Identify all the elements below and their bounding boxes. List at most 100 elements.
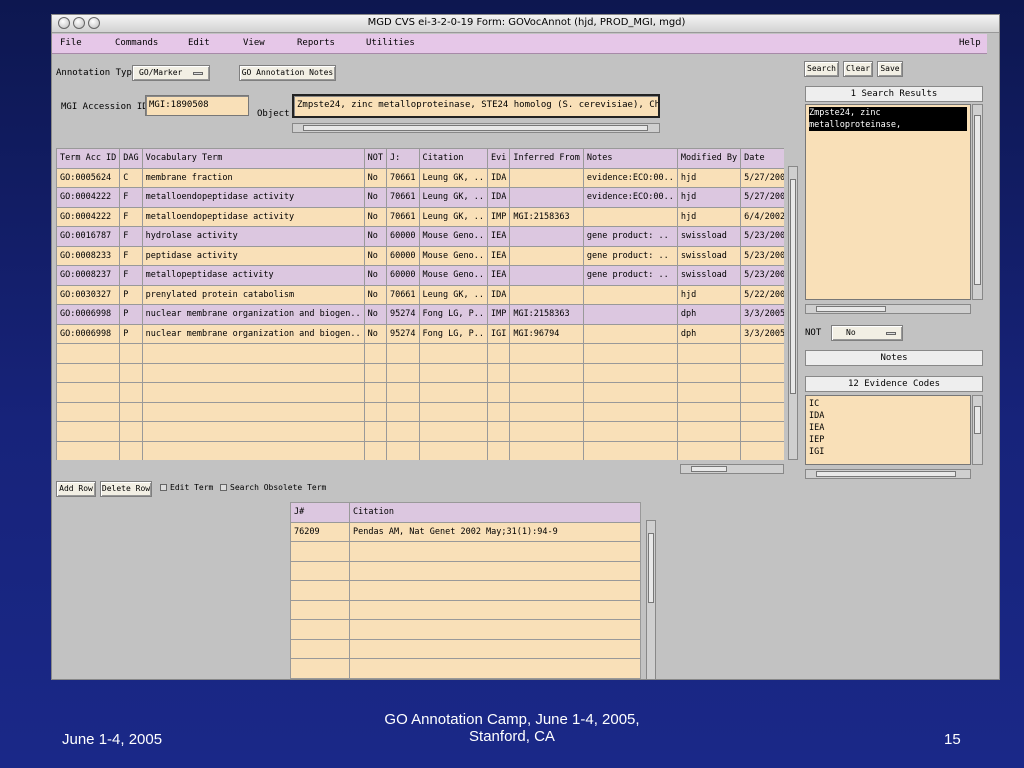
table-cell[interactable]: Mouse Geno.. (418, 265, 488, 286)
table-cell[interactable] (363, 440, 387, 460)
table-cell[interactable] (119, 421, 143, 442)
table-cell[interactable] (418, 382, 488, 403)
table-cell[interactable] (740, 401, 784, 422)
table-cell[interactable]: dph (676, 304, 742, 325)
table-cell[interactable] (486, 421, 511, 442)
table-cell[interactable]: metalloendopeptidase activity (141, 187, 365, 208)
table-cell[interactable] (740, 362, 784, 383)
not-dropdown[interactable]: No (831, 325, 903, 341)
table-cell[interactable] (56, 362, 121, 383)
table-cell[interactable]: nuclear membrane organization and biogen… (141, 304, 365, 325)
table-row[interactable]: GO:0004222 Fmetalloendopeptidase activity… (56, 187, 784, 208)
table-cell[interactable] (141, 440, 365, 460)
table-cell[interactable]: GO:0008233 (56, 245, 121, 266)
add-row-button[interactable]: Add Row (56, 481, 96, 497)
table-row[interactable]: GO:0005624 Cmembrane fraction No 70661 Leung… (56, 167, 784, 188)
table-row[interactable] (56, 440, 784, 460)
table-cell[interactable]: Fong LG, P.. (418, 323, 488, 344)
table-row[interactable] (290, 619, 641, 640)
table-cell[interactable]: 95274 (385, 304, 420, 325)
column-header[interactable]: Notes (582, 148, 678, 169)
table-cell[interactable]: metalloendopeptidase activity (141, 206, 365, 227)
search-results-list[interactable]: Zmpste24, zinc metalloproteinase, (805, 104, 971, 300)
table-row[interactable] (290, 658, 641, 679)
table-row[interactable] (56, 401, 784, 422)
table-cell[interactable] (385, 382, 420, 403)
table-cell[interactable] (486, 382, 511, 403)
table-cell[interactable] (418, 421, 488, 442)
table-cell[interactable] (119, 382, 143, 403)
table-cell[interactable]: GO:0005624 (56, 167, 121, 188)
table-cell[interactable] (349, 580, 641, 601)
table-cell[interactable]: hjd (676, 284, 742, 305)
table-row[interactable] (290, 599, 641, 620)
table-cell[interactable]: Leung GK, .. (418, 187, 488, 208)
table-cell[interactable] (385, 440, 420, 460)
table-cell[interactable]: 5/22/200 (740, 284, 784, 305)
table-row[interactable] (290, 580, 641, 601)
table-cell[interactable]: gene product: .. (582, 265, 678, 286)
table-cell[interactable] (119, 362, 143, 383)
evidence-codes-list[interactable]: IC IDA IEA IEP IGI (805, 395, 971, 465)
table-cell[interactable] (363, 343, 387, 364)
table-cell[interactable] (385, 421, 420, 442)
table-cell[interactable]: No (363, 226, 387, 247)
table-cell[interactable]: MGI:2158363 (509, 206, 584, 227)
search-button[interactable]: Search (804, 61, 839, 77)
table-cell[interactable]: 5/27/200 (740, 187, 784, 208)
scroll-thumb[interactable] (303, 125, 648, 131)
table-cell[interactable]: IGI (486, 323, 511, 344)
table-cell[interactable] (509, 401, 584, 422)
table-cell[interactable] (290, 599, 350, 620)
table-cell[interactable]: IEA (486, 226, 511, 247)
table-row[interactable] (56, 343, 784, 364)
table-row[interactable] (290, 560, 641, 581)
table-cell[interactable]: gene product: .. (582, 245, 678, 266)
table-cell[interactable]: No (363, 304, 387, 325)
table-cell[interactable]: 95274 (385, 323, 420, 344)
table-row[interactable]: 76209 Pendas AM, Nat Genet 2002 May;31(1)… (290, 521, 641, 542)
list-item[interactable]: IGI (809, 446, 967, 458)
table-cell[interactable] (363, 362, 387, 383)
table-cell[interactable]: swissload (676, 245, 742, 266)
table-cell[interactable] (676, 401, 742, 422)
table-cell[interactable]: F (119, 226, 143, 247)
table-cell[interactable] (56, 343, 121, 364)
scroll-thumb[interactable] (790, 179, 796, 394)
table-row[interactable]: GO:0006998 Pnuclear membrane organization… (56, 304, 784, 325)
table-cell[interactable] (509, 245, 584, 266)
table-cell[interactable] (740, 343, 784, 364)
list-item[interactable]: IEP (809, 434, 967, 446)
table-cell[interactable]: No (363, 187, 387, 208)
table-cell[interactable]: GO:0004222 (56, 187, 121, 208)
scroll-thumb[interactable] (648, 533, 654, 603)
column-header[interactable]: Evi (486, 148, 511, 169)
table-row[interactable] (56, 421, 784, 442)
table-cell[interactable]: membrane fraction (141, 167, 365, 188)
table-cell[interactable] (363, 382, 387, 403)
table-row[interactable]: GO:0016787 Fhydrolase activity No 60000 Mous… (56, 226, 784, 247)
table-cell[interactable] (486, 401, 511, 422)
table-cell[interactable]: GO:0008237 (56, 265, 121, 286)
menu-edit[interactable]: Edit (188, 38, 210, 48)
menu-reports[interactable]: Reports (297, 38, 335, 48)
table-cell[interactable]: No (363, 245, 387, 266)
table-cell[interactable]: GO:0006998 (56, 323, 121, 344)
table-cell[interactable]: No (363, 284, 387, 305)
table-cell[interactable]: P (119, 284, 143, 305)
table-cell[interactable]: P (119, 323, 143, 344)
scroll-thumb[interactable] (816, 306, 886, 312)
annotation-hscrollbar[interactable] (680, 464, 784, 474)
table-cell[interactable] (119, 401, 143, 422)
table-row[interactable] (56, 362, 784, 383)
annotation-vscrollbar[interactable] (788, 166, 798, 460)
table-cell[interactable] (582, 421, 678, 442)
table-cell[interactable]: MGI:96794 (509, 323, 584, 344)
table-cell[interactable] (509, 226, 584, 247)
table-cell[interactable] (349, 638, 641, 659)
table-cell[interactable]: 5/23/200 (740, 245, 784, 266)
table-cell[interactable] (119, 343, 143, 364)
table-cell[interactable] (349, 619, 641, 640)
table-cell[interactable]: 5/27/200 (740, 167, 784, 188)
table-cell[interactable]: prenylated protein catabolism (141, 284, 365, 305)
